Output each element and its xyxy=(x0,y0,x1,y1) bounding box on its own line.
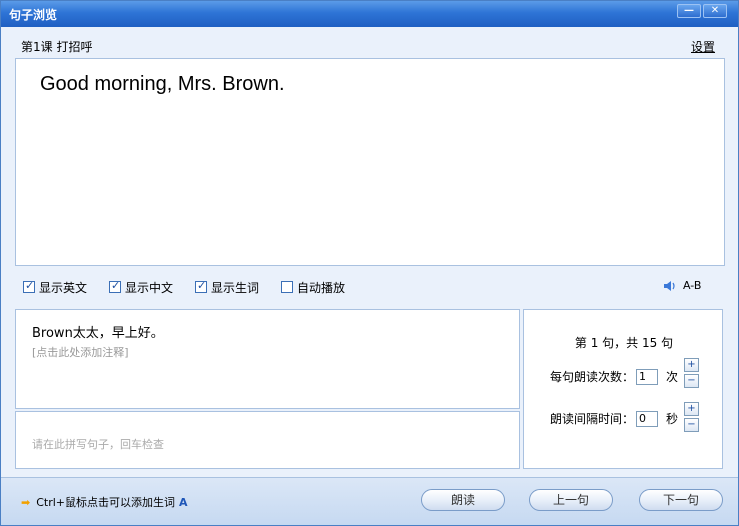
window-title: 句子浏览 xyxy=(9,8,58,22)
lesson-title: 第1课 打招呼 xyxy=(21,40,93,54)
bottom-bar: ➡ Ctrl+鼠标点击可以添加生词 A 朗读 上一句 下一句 xyxy=(1,477,738,525)
tip-text: ➡ Ctrl+鼠标点击可以添加生词 A xyxy=(21,494,188,510)
repeat-decrease-button[interactable]: − xyxy=(684,374,699,388)
arrow-right-icon: ➡ xyxy=(21,495,31,509)
repeat-count-stepper: + − xyxy=(684,358,699,388)
show-chinese-option[interactable]: 显示中文 xyxy=(109,279,173,295)
options-bar: 显示英文 显示中文 显示生词 自动播放 A-B xyxy=(23,279,723,295)
sentence-counter: 第 1 句，共 15 句 xyxy=(574,336,674,350)
interval-input[interactable] xyxy=(636,410,659,427)
show-chinese-label: 显示中文 xyxy=(125,280,174,295)
interval-increase-button[interactable]: + xyxy=(684,402,699,416)
repeat-count-label: 每句朗读次数： xyxy=(550,370,635,384)
minimize-button[interactable]: — xyxy=(677,4,701,18)
english-sentence-pane: Good morning, Mrs. Brown. xyxy=(15,58,725,266)
tip-label: Ctrl+鼠标点击可以添加生词 xyxy=(36,496,176,509)
interval-stepper: + − xyxy=(684,402,699,432)
close-button[interactable]: ✕ xyxy=(703,4,727,18)
sentence-browser-window: 句子浏览 — ✕ 第1课 打招呼 设置 Good morning, Mrs. B… xyxy=(0,0,739,526)
interval-unit: 秒 xyxy=(666,412,679,426)
repeat-unit: 次 xyxy=(666,370,679,384)
interval-label: 朗读间隔时间： xyxy=(550,412,635,426)
chinese-sentence: Brown太太，早上好。 xyxy=(32,326,164,341)
interval-row: 朗读间隔时间： 秒 xyxy=(550,410,678,427)
dictation-pane xyxy=(15,411,520,469)
repeat-count-input[interactable] xyxy=(636,368,659,385)
next-sentence-button[interactable]: 下一句 xyxy=(639,489,723,511)
chinese-sentence-pane: Brown太太，早上好。 [点击此处添加注释] xyxy=(15,309,520,409)
english-sentence: Good morning, Mrs. Brown. xyxy=(40,73,285,95)
read-button[interactable]: 朗读 xyxy=(421,489,505,511)
show-words-checkbox[interactable] xyxy=(195,279,207,293)
repeat-increase-button[interactable]: + xyxy=(684,358,699,372)
show-english-label: 显示英文 xyxy=(39,280,88,295)
auto-play-label: 自动播放 xyxy=(297,280,346,295)
show-words-option[interactable]: 显示生词 xyxy=(195,279,259,295)
add-word-icon: A xyxy=(179,495,188,509)
show-words-label: 显示生词 xyxy=(211,280,260,295)
show-chinese-checkbox[interactable] xyxy=(109,279,121,293)
show-english-option[interactable]: 显示英文 xyxy=(23,279,87,295)
speaker-icon xyxy=(664,280,675,291)
auto-play-option[interactable]: 自动播放 xyxy=(281,279,345,295)
settings-link[interactable]: 设置 xyxy=(691,38,715,55)
previous-sentence-button[interactable]: 上一句 xyxy=(529,489,613,511)
interval-decrease-button[interactable]: − xyxy=(684,418,699,432)
reading-settings-pane: 第 1 句，共 15 句 每句朗读次数： 次 + − 朗读间隔时间： 秒 + − xyxy=(523,309,723,469)
add-note-link[interactable]: [点击此处添加注释] xyxy=(32,344,129,360)
ab-label: A-B xyxy=(683,279,702,292)
auto-play-checkbox[interactable] xyxy=(281,281,293,293)
repeat-count-row: 每句朗读次数： 次 xyxy=(550,368,678,385)
dictation-input[interactable] xyxy=(16,412,519,468)
ab-repeat-control[interactable]: A-B xyxy=(663,279,701,292)
show-english-checkbox[interactable] xyxy=(23,279,35,293)
titlebar: 句子浏览 — ✕ xyxy=(1,1,738,27)
